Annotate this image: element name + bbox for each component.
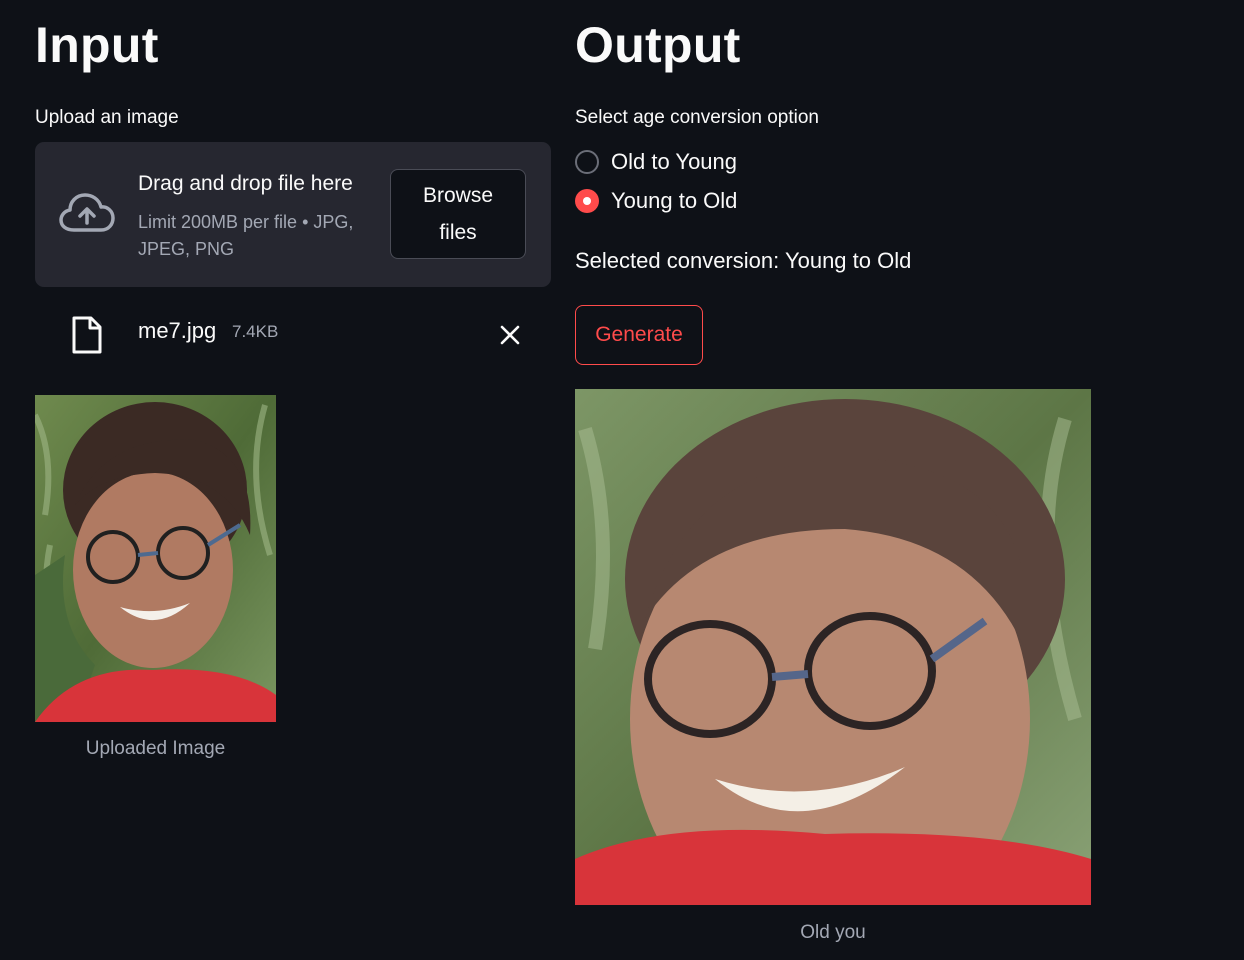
- browse-files-button[interactable]: Browse files: [390, 169, 526, 259]
- app-page: Input Upload an image Drag and drop file…: [0, 0, 1244, 960]
- cloud-upload-icon: [59, 193, 115, 232]
- radio-young-to-old[interactable]: Young to Old: [575, 186, 875, 216]
- file-size: 7.4KB: [232, 322, 279, 341]
- output-photo: [575, 389, 1091, 905]
- output-title: Output: [575, 17, 741, 73]
- input-title: Input: [35, 17, 159, 73]
- uploaded-photo: [35, 395, 276, 722]
- selected-conversion-text: Selected conversion: Young to Old: [575, 248, 912, 273]
- generate-button[interactable]: Generate: [575, 305, 703, 365]
- output-image-caption: Old you: [800, 922, 866, 943]
- file-icon: [72, 316, 102, 354]
- radio-icon[interactable]: [575, 150, 599, 174]
- age-option-label: Select age conversion option: [575, 107, 819, 128]
- radio-old-to-young[interactable]: Old to Young: [575, 147, 875, 177]
- dropzone-title: Drag and drop file here: [138, 172, 353, 195]
- file-dropzone[interactable]: Drag and drop file here Limit 200MB per …: [35, 142, 551, 287]
- uploaded-image: [35, 395, 276, 722]
- upload-label: Upload an image: [35, 107, 179, 128]
- dropzone-limit: Limit 200MB per file • JPG, JPEG, PNG: [138, 212, 354, 259]
- radio-icon[interactable]: [575, 189, 599, 213]
- radio-label-old-to-young: Old to Young: [611, 149, 738, 174]
- close-icon[interactable]: [497, 322, 523, 348]
- uploaded-file-row: me7.jpg 7.4KB: [35, 310, 551, 360]
- radio-label-young-to-old: Young to Old: [611, 188, 738, 213]
- uploaded-image-caption: Uploaded Image: [85, 738, 226, 759]
- output-image: [575, 389, 1091, 905]
- file-name: me7.jpg: [138, 318, 217, 343]
